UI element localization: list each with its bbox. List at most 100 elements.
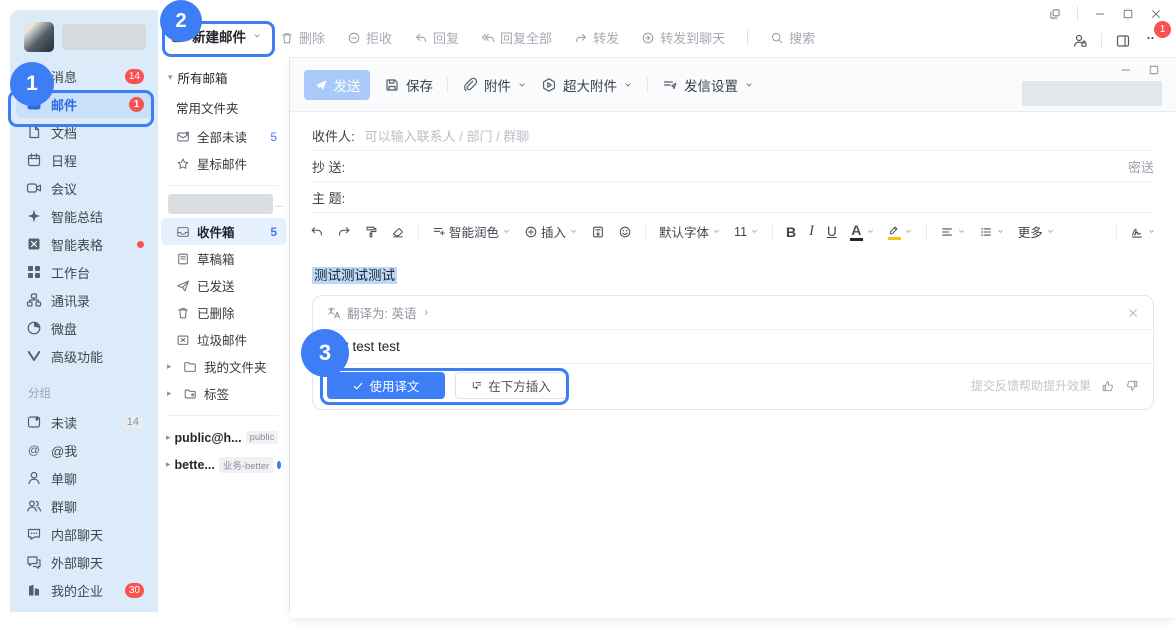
attachment-button[interactable]: 附件: [462, 75, 527, 95]
subject-field[interactable]: 主 题:: [312, 182, 1154, 213]
folder-tag[interactable]: ▸标签: [161, 380, 286, 407]
sidebar-item-table[interactable]: 智能表格: [16, 230, 152, 258]
annotation-badge-1: 1: [10, 62, 54, 106]
folder-root-all-mailboxes[interactable]: ▾ 所有邮箱: [158, 64, 289, 90]
thumb-down-icon[interactable]: [1125, 379, 1139, 393]
to-label: 收件人:: [312, 126, 355, 145]
account-row-redacted[interactable]: ...: [168, 194, 283, 214]
redo-button[interactable]: [337, 225, 351, 239]
sidebar-item-chat-internal[interactable]: 内部聊天: [16, 520, 152, 548]
cc-field[interactable]: 抄 送: 密送: [312, 151, 1154, 182]
expand-triangle-icon[interactable]: ▸: [166, 432, 171, 443]
underline-button-label: U: [827, 224, 837, 239]
chevron-down-icon: [744, 80, 754, 90]
to-field[interactable]: 收件人: 可以输入联系人 / 部门 / 群聊: [312, 120, 1154, 151]
emoji-button[interactable]: [618, 225, 632, 239]
sidebar-item-unread[interactable]: 未读14: [16, 408, 152, 436]
save-button[interactable]: 保存: [384, 75, 433, 95]
sidebar-item-label: 单聊: [51, 469, 77, 488]
forward-chat-button[interactable]: 转发到聊天: [641, 28, 725, 47]
sidebar-item-contacts[interactable]: 通讯录: [16, 286, 152, 314]
divider: [772, 225, 773, 239]
folder-sent[interactable]: 已发送: [161, 272, 286, 299]
popout-icon[interactable]: [1049, 8, 1061, 20]
avatar[interactable]: [24, 22, 54, 52]
more-format-button[interactable]: 更多: [1018, 222, 1055, 241]
search-button[interactable]: 搜索: [770, 28, 815, 47]
folder-mail-unread[interactable]: 全部未读5: [161, 123, 286, 150]
close-icon[interactable]: [1150, 8, 1162, 20]
maximize-icon[interactable]: [1148, 64, 1160, 76]
trash-button[interactable]: 删除: [280, 28, 325, 47]
folder-star[interactable]: 星标邮件: [161, 150, 286, 177]
translate-target-label[interactable]: 翻译为: 英语: [347, 303, 416, 322]
align-button[interactable]: [940, 225, 966, 239]
layout-icon[interactable]: [1115, 33, 1131, 49]
junk-icon: [176, 333, 190, 347]
list-button[interactable]: [979, 225, 1005, 239]
paperclip-icon: [462, 77, 478, 93]
translate-icon: [327, 306, 341, 320]
reply-all-button[interactable]: 回复全部: [481, 28, 552, 47]
smart-polish-button[interactable]: 智能润色: [432, 222, 511, 241]
sidebar-item-calendar[interactable]: 日程: [16, 146, 152, 174]
close-icon[interactable]: [1127, 307, 1139, 319]
sidebar-item-people[interactable]: 群聊: [16, 492, 152, 520]
toolbar-action-label: 删除: [299, 28, 325, 47]
selected-text[interactable]: 测试测试测试: [312, 267, 397, 284]
italic-button[interactable]: I: [809, 223, 814, 240]
sidebar-item-at[interactable]: @@我: [16, 436, 152, 464]
mail-folder-panel: ▾ 所有邮箱 常用文件夹 全部未读5星标邮件 ... 收件箱5草稿箱已发送已删除…: [158, 0, 290, 612]
underline-button[interactable]: U: [827, 224, 837, 239]
folder-label: 已删除: [197, 303, 235, 322]
mail-toolbar: 新建邮件 删除拒收回复回复全部转发转发到聊天搜索 1: [158, 0, 1176, 57]
folder-junk[interactable]: 垃圾邮件: [161, 326, 286, 353]
more-icon[interactable]: ...: [273, 199, 283, 210]
format-painter-button[interactable]: [364, 225, 378, 239]
sidebar-item-sparkle[interactable]: 智能总结: [16, 202, 152, 230]
expand-triangle-icon[interactable]: ▸: [167, 361, 176, 372]
thumb-up-icon[interactable]: [1101, 379, 1115, 393]
large-attachment-button[interactable]: 超大附件: [541, 75, 633, 95]
folder-trash[interactable]: 已删除: [161, 299, 286, 326]
highlight-button[interactable]: [888, 224, 913, 240]
expand-triangle-icon[interactable]: ▸: [167, 388, 176, 399]
insert-button[interactable]: 插入: [524, 222, 578, 241]
reply-button[interactable]: 回复: [414, 28, 459, 47]
send-button[interactable]: 发送: [304, 70, 370, 100]
star-icon: [176, 157, 190, 171]
sidebar-item-meeting[interactable]: 会议: [16, 174, 152, 202]
sidebar-item-workbench[interactable]: 工作台: [16, 258, 152, 286]
sidebar-item-person[interactable]: 单聊: [16, 464, 152, 492]
reject-icon: [347, 31, 361, 45]
font-size-select[interactable]: 11: [734, 225, 759, 239]
folder-folder[interactable]: ▸我的文件夹: [161, 353, 286, 380]
maximize-icon[interactable]: [1122, 8, 1134, 20]
minimize-icon[interactable]: [1120, 64, 1132, 76]
reject-button[interactable]: 拒收: [347, 28, 392, 47]
signature-button[interactable]: [1130, 225, 1156, 239]
font-family-select[interactable]: 默认字体: [659, 222, 721, 241]
font-size-select-label: 11: [734, 225, 747, 239]
sent-icon: [176, 279, 190, 293]
sidebar-item-company[interactable]: 我的企业30: [16, 576, 152, 604]
undo-button[interactable]: [310, 225, 324, 239]
more-menu[interactable]: 1: [1144, 30, 1160, 51]
clear-format-button[interactable]: [391, 225, 405, 239]
send-settings-button[interactable]: 发信设置: [662, 75, 754, 95]
bcc-toggle[interactable]: 密送: [1128, 157, 1154, 176]
insert-doc-button[interactable]: [591, 225, 605, 239]
sidebar-item-chat-external[interactable]: 外部聊天: [16, 548, 152, 576]
forward-button[interactable]: 转发: [574, 28, 619, 47]
folder-inbox[interactable]: 收件箱5: [161, 218, 286, 245]
sidebar-item-drive[interactable]: 微盘: [16, 314, 152, 342]
font-color-button[interactable]: A: [850, 223, 875, 241]
expand-triangle-icon[interactable]: ▸: [166, 459, 171, 470]
contact-privacy-icon[interactable]: [1072, 33, 1088, 49]
sidebar-item-advanced[interactable]: 高级功能: [16, 342, 152, 370]
mail-account[interactable]: ▸public@h...public: [158, 424, 289, 451]
bold-button[interactable]: B: [786, 224, 796, 240]
folder-draft[interactable]: 草稿箱: [161, 245, 286, 272]
minimize-icon[interactable]: [1094, 8, 1106, 20]
mail-account[interactable]: ▸bette...业务-better: [158, 451, 289, 478]
